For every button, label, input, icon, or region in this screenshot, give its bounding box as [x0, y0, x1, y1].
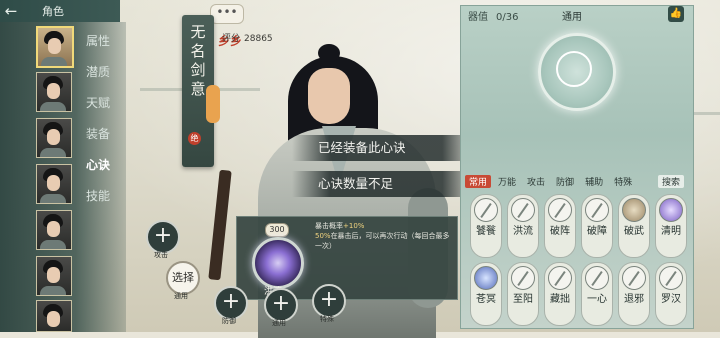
- menu-item-skills[interactable]: 技能: [86, 187, 110, 204]
- tab-common[interactable]: 常用: [465, 174, 492, 188]
- skill-disc-icon: [622, 266, 646, 290]
- title-seal: 绝: [188, 132, 201, 145]
- orange-tag: [206, 85, 220, 123]
- roster-portrait-1[interactable]: [36, 26, 74, 68]
- add-defense-slot-button[interactable]: +: [214, 286, 248, 320]
- score-value: 28865: [244, 34, 273, 44]
- skill-disc-icon: [474, 266, 498, 290]
- menu-item-attributes[interactable]: 属性: [86, 32, 110, 49]
- add-general-slot-button[interactable]: +: [264, 288, 298, 322]
- skill-slot[interactable]: 破障: [581, 194, 613, 258]
- skill-slot[interactable]: 罗汉: [655, 262, 687, 326]
- select-button[interactable]: 选择: [166, 261, 200, 295]
- add-attack-slot-button[interactable]: +: [146, 220, 180, 254]
- tab-special[interactable]: 特殊: [610, 175, 636, 188]
- skill-disc-icon: [659, 198, 683, 222]
- menu-item-talent[interactable]: 天赋: [86, 94, 110, 111]
- equip-capacity-label: 器值: [468, 12, 488, 23]
- skill-disc-icon: [511, 198, 535, 222]
- skill-slot[interactable]: 洪流: [507, 194, 539, 258]
- skill-disc-icon: [548, 266, 572, 290]
- toast-equipped: 已经装备此心诀: [292, 135, 480, 161]
- tab-support[interactable]: 辅助: [581, 175, 607, 188]
- menu-item-equipment[interactable]: 装备: [86, 125, 110, 142]
- attack-slot-label: 攻击: [154, 251, 168, 259]
- roster-portrait-2[interactable]: [36, 72, 72, 112]
- top-bar: ← 角色: [0, 0, 120, 22]
- skill-slot[interactable]: 苍冥: [470, 262, 502, 326]
- add-special-slot-button[interactable]: +: [312, 284, 346, 318]
- skill-slot[interactable]: 清明: [655, 194, 687, 258]
- skill-disc-icon: [474, 198, 498, 222]
- skill-slot[interactable]: 退邪: [618, 262, 650, 326]
- thumbs-up-icon[interactable]: 👍: [668, 6, 684, 22]
- skill-disc-icon: [548, 198, 572, 222]
- skill-disc-icon: [659, 266, 683, 290]
- skill-disc-icon: [622, 198, 646, 222]
- menu-item-mind-art[interactable]: 心诀: [86, 156, 110, 173]
- skill-orb-icon[interactable]: [252, 237, 304, 289]
- category-tabs: 常用 万能 攻击 防御 辅助 特殊 搜索: [465, 173, 687, 189]
- equip-capacity: 器值 0/36: [460, 8, 518, 23]
- special-slot-label: 特殊: [320, 315, 334, 323]
- general-slot-label-2: 通用: [272, 319, 286, 327]
- menu-item-potential[interactable]: 潜质: [86, 63, 110, 80]
- roster-portrait-4[interactable]: [36, 164, 72, 204]
- tab-universal[interactable]: 万能: [494, 175, 520, 188]
- page-title: 角色: [42, 5, 64, 18]
- back-arrow-icon[interactable]: ←: [0, 0, 22, 22]
- skill-level-badge: 300: [265, 223, 289, 237]
- skill-disc-icon: [585, 266, 609, 290]
- roster-portrait-3[interactable]: [36, 118, 72, 158]
- roster-portrait-5[interactable]: [36, 210, 72, 250]
- skill-disc-icon: [511, 266, 535, 290]
- skill-disc-icon: [585, 198, 609, 222]
- equipped-slot-inner: [556, 51, 592, 87]
- search-button[interactable]: 搜索: [657, 174, 684, 188]
- skill-slot[interactable]: 至阳: [507, 262, 539, 326]
- skill-slot[interactable]: 一心: [581, 262, 613, 326]
- chat-bubble-icon[interactable]: •••: [210, 4, 244, 24]
- defense-slot-label: 防御: [222, 317, 236, 325]
- skill-slot[interactable]: 破武: [618, 194, 650, 258]
- panel-title: 通用: [562, 12, 582, 23]
- tab-attack[interactable]: 攻击: [523, 175, 549, 188]
- roster-portrait-6[interactable]: [36, 256, 72, 296]
- general-slot-label: 通用: [174, 292, 188, 300]
- score-label: 评分: [222, 34, 241, 44]
- roster-portrait-7[interactable]: [36, 300, 72, 332]
- score-readout: 评分 28865: [222, 31, 277, 44]
- skill-tooltip-text: 暴击概率+10% 50%在暴击后，可以再次行动（每回合最多一次）: [315, 222, 450, 250]
- toast-insufficient: 心诀数量不足: [292, 171, 480, 197]
- skill-slot[interactable]: 藏拙: [544, 262, 576, 326]
- tab-defense[interactable]: 防御: [552, 175, 578, 188]
- skill-slot[interactable]: 饕餮: [470, 194, 502, 258]
- skill-slot[interactable]: 破阵: [544, 194, 576, 258]
- equip-capacity-value: 0/36: [496, 12, 519, 23]
